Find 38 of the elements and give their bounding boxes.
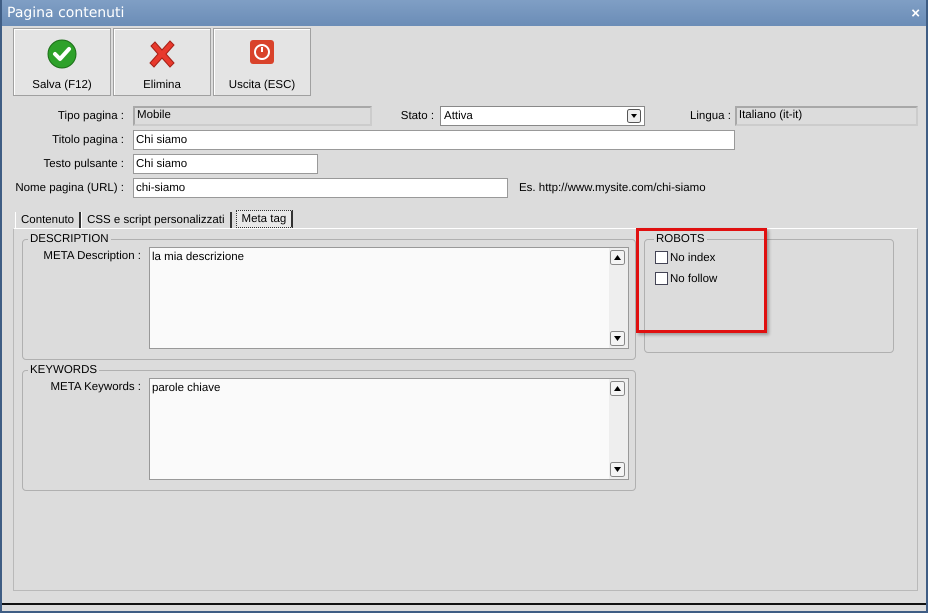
tab[interactable]: Contenuto	[15, 212, 82, 228]
tab[interactable]: CSS e script personalizzati	[81, 212, 232, 228]
cross-icon	[147, 39, 177, 69]
url-example: Es. http://www.mysite.com/chi-siamo	[519, 182, 706, 194]
field-label: META Keywords :	[49, 380, 141, 393]
check-icon	[47, 39, 77, 69]
scroll-up-icon[interactable]	[610, 381, 625, 396]
delete-button[interactable]: Elimina	[113, 28, 211, 96]
window-title: Pagina contenuti	[7, 5, 124, 21]
field-label: META Description :	[42, 249, 141, 262]
scroll-up-icon[interactable]	[610, 250, 625, 265]
field-label: Lingua :	[690, 110, 731, 122]
exit-button[interactable]: Uscita (ESC)	[213, 28, 311, 96]
title-field[interactable]: Chi siamo	[133, 130, 735, 150]
checkbox-label: No follow	[670, 272, 718, 284]
field-label: Titolo pagina :	[51, 134, 124, 146]
group-title: ROBOTS	[655, 233, 706, 245]
scroll-down-icon[interactable]	[610, 331, 625, 346]
scroll-down-icon[interactable]	[610, 462, 625, 477]
group-title: DESCRIPTION	[29, 233, 110, 245]
field-label: Tipo pagina :	[56, 110, 124, 122]
power-icon	[249, 39, 275, 65]
field-label: Testo pulsante :	[42, 158, 124, 170]
save-button[interactable]: Salva (F12)	[13, 28, 111, 96]
group-title: KEYWORDS	[29, 364, 98, 376]
status-dropdown[interactable]: Attiva	[440, 106, 645, 126]
button-text-field[interactable]: Chi siamo	[133, 154, 318, 174]
checkbox[interactable]	[655, 272, 668, 285]
checkbox-label: No index	[670, 252, 716, 264]
checkbox[interactable]	[655, 251, 668, 264]
field-label: Stato :	[400, 110, 434, 122]
description-field[interactable]: la mia descrizione	[149, 247, 629, 349]
keywords-field[interactable]: parole chiave	[149, 378, 629, 480]
url-field[interactable]: chi-siamo	[133, 178, 508, 198]
readonly-field: Mobile	[133, 106, 372, 126]
tab[interactable]: Meta tag	[236, 210, 294, 228]
field-label: Nome pagina (URL) :	[14, 182, 124, 194]
readonly-field: Italiano (it-it)	[734, 106, 918, 126]
